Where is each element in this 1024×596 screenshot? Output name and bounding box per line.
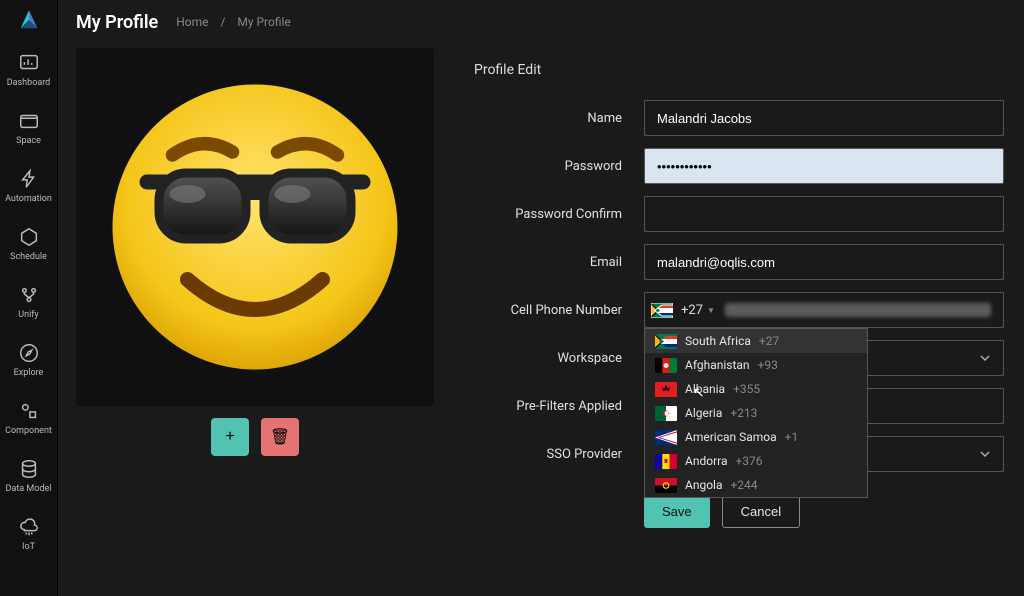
sso-label: SSO Provider: [460, 447, 644, 462]
breadcrumb: Home / My Profile: [176, 15, 291, 29]
dropdown-option-angola[interactable]: Angola +244: [645, 473, 867, 497]
password-confirm-label: Password Confirm: [460, 207, 644, 222]
sidebar-item-label: IoT: [22, 542, 35, 552]
compass-icon: [18, 342, 40, 364]
dropdown-option-afghanistan[interactable]: Afghanistan +93: [645, 353, 867, 377]
sidebar-item-label: Dashboard: [7, 78, 51, 88]
name-label: Name: [460, 111, 644, 126]
email-label: Email: [460, 255, 644, 270]
sidebar-item-dashboard[interactable]: Dashboard: [0, 44, 58, 98]
sidebar-item-label: Unify: [18, 310, 38, 320]
page-title: My Profile: [76, 12, 158, 33]
sidebar-item-label: Automation: [5, 194, 52, 204]
sidebar-item-unify[interactable]: Unify: [0, 276, 58, 330]
sidebar-item-label: Schedule: [10, 252, 47, 262]
form-title: Profile Edit: [460, 48, 1004, 88]
prefilters-label: Pre-Filters Applied: [460, 399, 644, 414]
password-label: Password: [460, 159, 644, 174]
sidebar-item-automation[interactable]: Automation: [0, 160, 58, 214]
merge-icon: [18, 284, 40, 306]
name-field[interactable]: [644, 100, 1004, 136]
country-code-dropdown[interactable]: South Africa +27 Afghanistan +93 Albania…: [644, 328, 868, 498]
form-footer: Save Cancel: [460, 494, 1004, 528]
flag-za-icon: [651, 303, 673, 318]
folder-icon: [18, 110, 40, 132]
layers-icon: [18, 458, 40, 480]
email-field[interactable]: [644, 244, 1004, 280]
sidebar-item-explore[interactable]: Explore: [0, 334, 58, 388]
breadcrumb-current: My Profile: [237, 15, 290, 29]
sidebar-item-iot[interactable]: IoT: [0, 508, 58, 562]
save-button[interactable]: Save: [644, 494, 710, 528]
country-code: +27: [681, 303, 703, 318]
cancel-button[interactable]: Cancel: [722, 494, 800, 528]
sidebar-item-label: Data Model: [6, 484, 52, 494]
breadcrumb-home[interactable]: Home: [176, 15, 208, 29]
trash-icon: 🗑: [270, 427, 290, 447]
chevron-down-icon: [979, 448, 991, 460]
avatar-add-button[interactable]: +: [211, 418, 249, 456]
sidebar-item-component[interactable]: Component: [0, 392, 58, 446]
avatar-panel: + 🗑: [76, 48, 434, 456]
dropdown-option-algeria[interactable]: Algeria +213: [645, 401, 867, 425]
avatar-image: [105, 77, 405, 377]
sidebar-item-label: Component: [5, 426, 52, 436]
dropdown-option-south-africa[interactable]: South Africa +27: [645, 329, 867, 353]
password-field[interactable]: [644, 148, 1004, 184]
plus-icon: +: [225, 428, 234, 446]
dropdown-option-albania[interactable]: Albania +355: [645, 377, 867, 401]
phone-number-masked: [725, 303, 991, 317]
cursor-icon: ↖︎: [693, 385, 705, 401]
avatar-delete-button[interactable]: 🗑: [261, 418, 299, 456]
sidebar: Dashboard Space Automation Schedule Unif…: [0, 0, 58, 596]
sidebar-item-space[interactable]: Space: [0, 102, 58, 156]
sidebar-item-label: Space: [16, 136, 41, 146]
flag-ad-icon: [655, 454, 677, 469]
app-logo-icon: [15, 6, 43, 34]
sidebar-item-label: Explore: [14, 368, 44, 378]
flag-as-icon: [655, 430, 677, 445]
dropdown-option-american-samoa[interactable]: American Samoa +1: [645, 425, 867, 449]
cloud-icon: [18, 516, 40, 538]
dashboard-icon: [18, 52, 40, 74]
sidebar-item-data-model[interactable]: Data Model: [0, 450, 58, 504]
hexagon-icon: [18, 226, 40, 248]
flag-za-icon: [655, 334, 677, 349]
flag-ao-icon: [655, 478, 677, 493]
bolt-icon: [18, 168, 40, 190]
chevron-down-icon: ▼: [707, 306, 715, 315]
cell-label: Cell Phone Number: [460, 303, 644, 318]
avatar: [76, 48, 434, 406]
flag-al-icon: [655, 382, 677, 397]
flag-dz-icon: [655, 406, 677, 421]
flag-af-icon: [655, 358, 677, 373]
cell-phone-input[interactable]: +27 ▼: [644, 292, 1004, 328]
avatar-actions: + 🗑: [76, 418, 434, 456]
profile-edit-form: Profile Edit Name Password Password Conf…: [460, 48, 1004, 584]
sidebar-item-schedule[interactable]: Schedule: [0, 218, 58, 272]
page-header: My Profile Home / My Profile: [58, 0, 1024, 44]
workspace-label: Workspace: [460, 351, 644, 366]
chevron-down-icon: [979, 352, 991, 364]
dropdown-option-andorra[interactable]: Andorra +376: [645, 449, 867, 473]
shapes-icon: [18, 400, 40, 422]
password-confirm-field[interactable]: [644, 196, 1004, 232]
